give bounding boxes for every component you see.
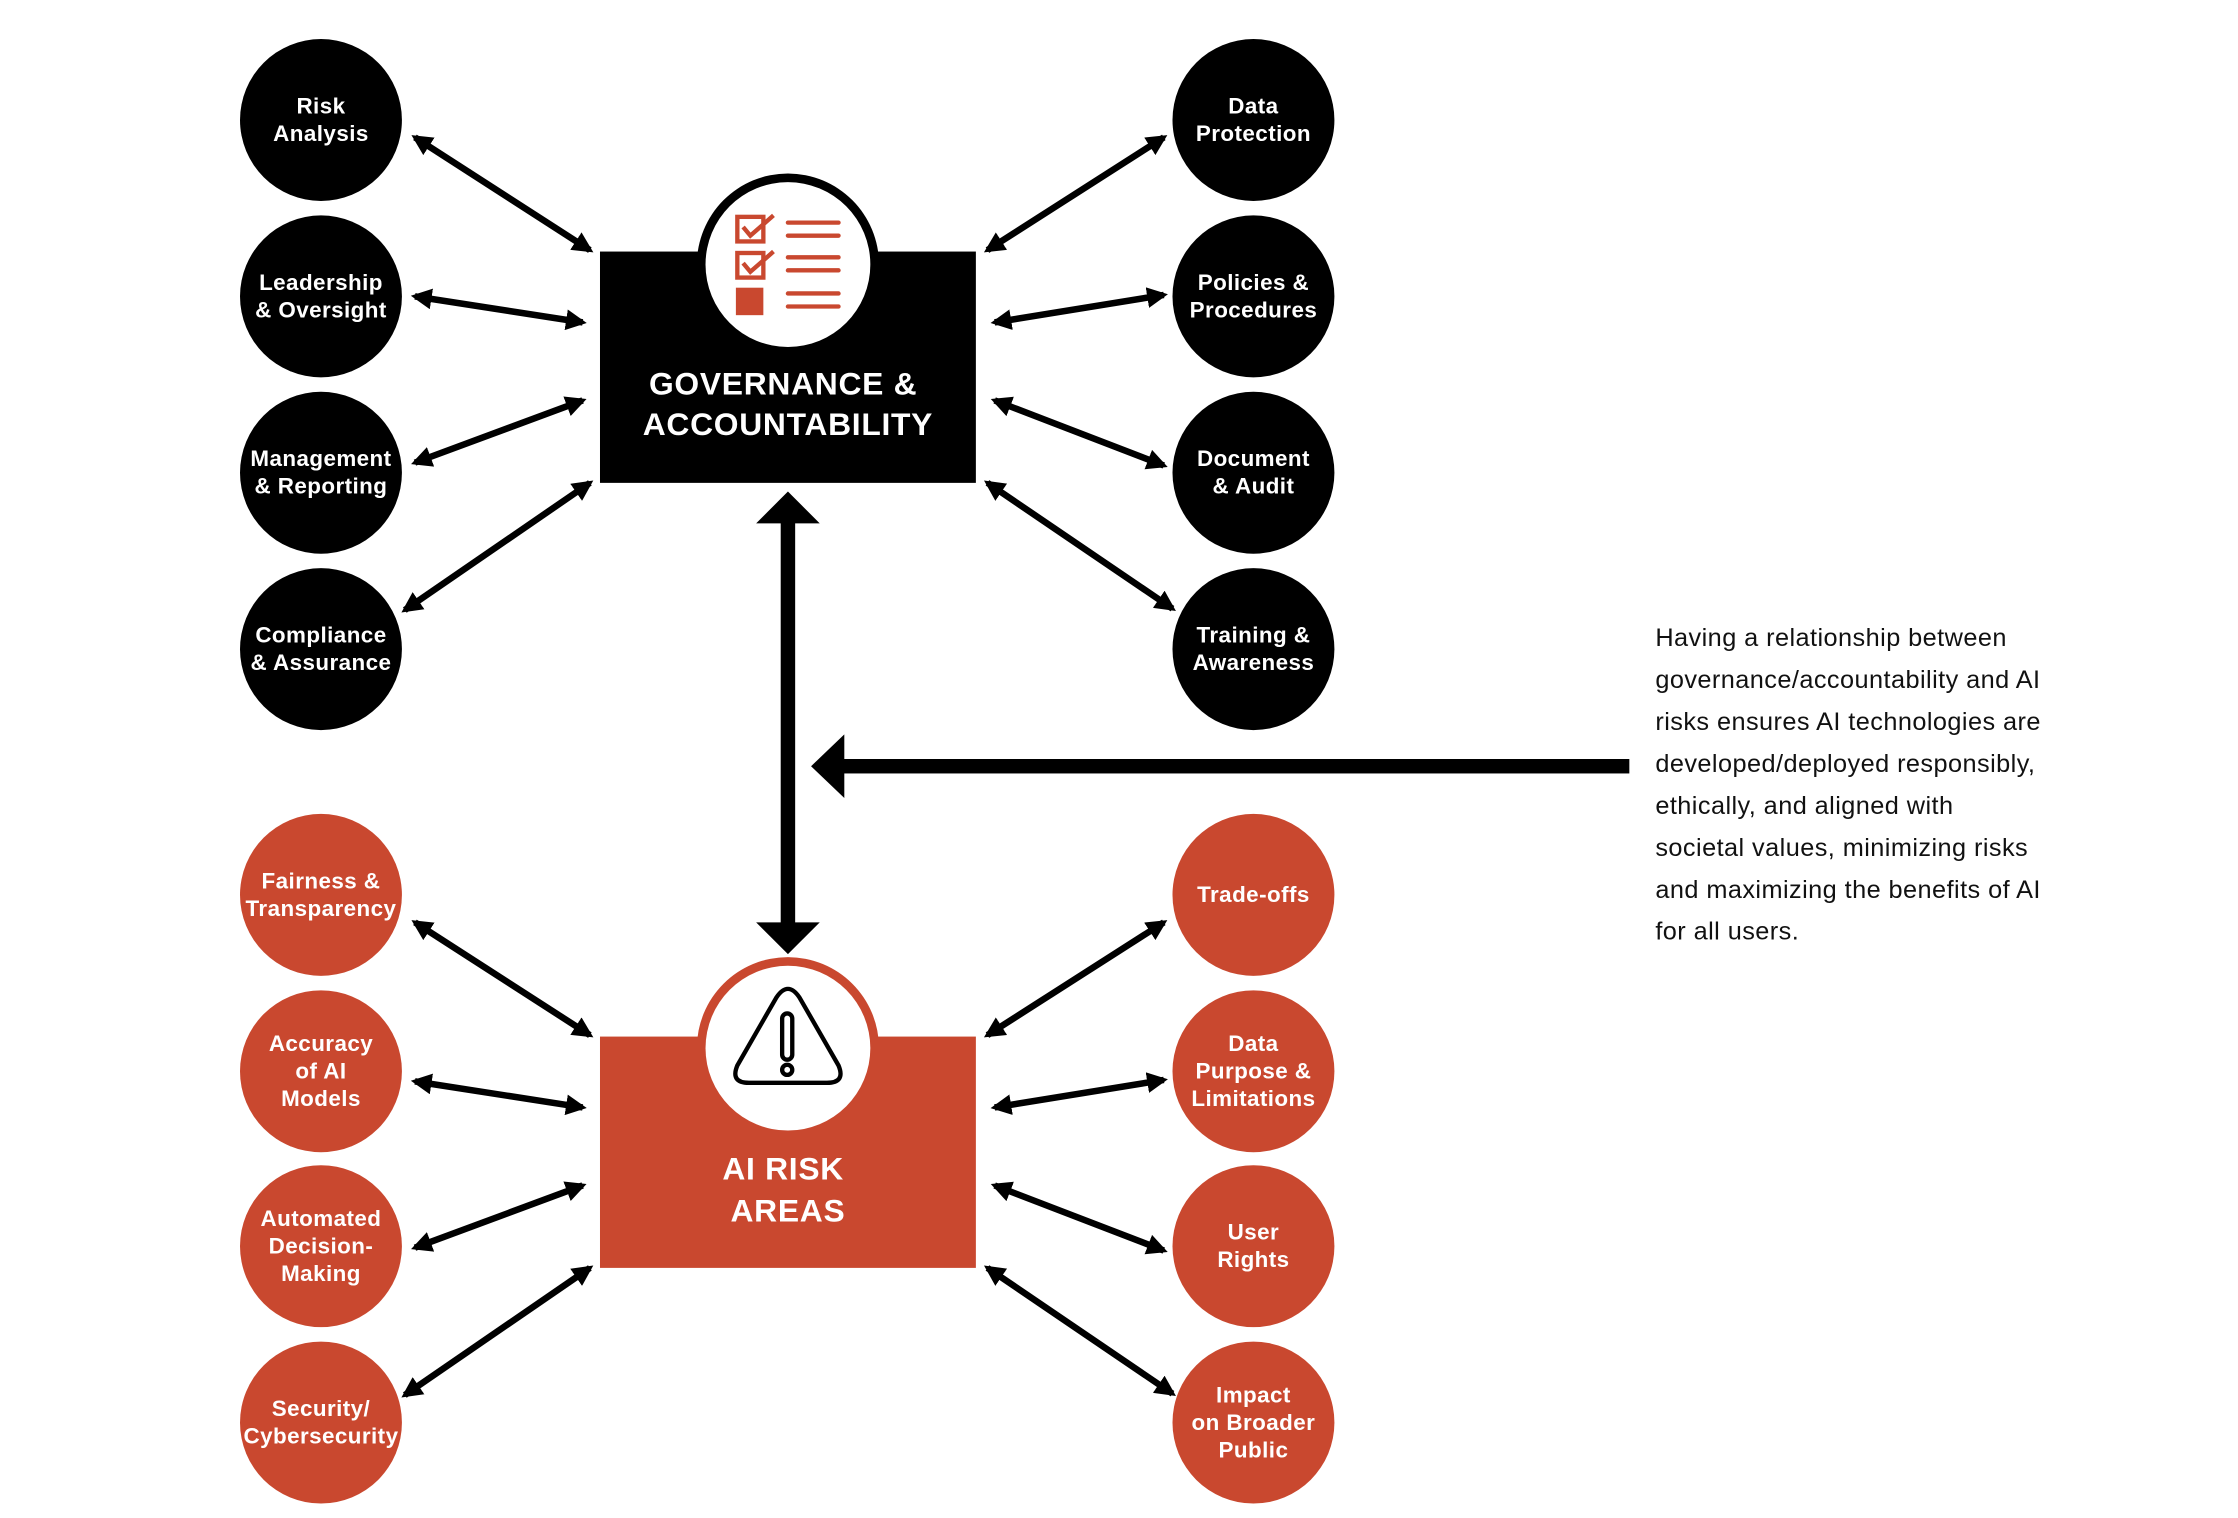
double-arrow-accuracy-of-ai-models (410, 1073, 587, 1116)
double-arrow-leadership-oversight (410, 288, 587, 331)
topic-circle-management-reporting: Management & Reporting (240, 391, 402, 554)
double-arrow-training-awareness (983, 480, 1176, 612)
topic-circle-compliance-assurance: Compliance & Assurance (240, 568, 402, 731)
topic-circle-policies-procedures: Policies & Procedures (1172, 215, 1335, 378)
topic-circle-data-protection: Data Protection (1172, 39, 1335, 201)
topic-circle-security-cybersecurity: Security/Cybersecurity (240, 1341, 402, 1504)
double-arrow-data-purpose-limitations (990, 1072, 1168, 1116)
explanation-note: Having a relationship between governance… (1655, 624, 2048, 945)
double-arrow-trade-offs (983, 919, 1168, 1038)
topic-circle-risk-analysis: Risk Analysis (240, 39, 402, 201)
double-arrow-fairness-transparency (411, 919, 594, 1038)
circle-label: Trade-offs (1197, 882, 1310, 907)
topic-circle-trade-offs: Trade-offs (1172, 813, 1335, 976)
topic-circle-training-awareness: Training & Awareness (1172, 568, 1335, 731)
topic-circle-automated-decision-making: Automated Decision-Making (240, 1165, 402, 1328)
double-arrow-management-reporting (411, 396, 587, 467)
topic-circle-accuracy-of-ai-models: Accuracy of AI Models (240, 990, 402, 1153)
double-arrow-data-protection (983, 134, 1168, 253)
governance-block: GOVERNANCE & ACCOUNTABILITY (599, 173, 976, 483)
topic-circle-document-audit: Document & Audit (1172, 391, 1335, 554)
double-arrow-user-rights (990, 1181, 1168, 1255)
topic-circle-data-purpose-limitations: Data Purpose & Limitations (1172, 990, 1335, 1153)
topic-circle-leadership-oversight: Leadership & Oversight (240, 215, 402, 378)
topic-circle-impact-on-broader-public: Impact on Broader Public (1172, 1341, 1335, 1504)
ai-risk-block: AI RISK AREAS (599, 957, 976, 1268)
double-arrow-compliance-assurance (401, 480, 594, 613)
topic-circle-user-rights: User Rights (1172, 1165, 1335, 1328)
double-arrow-document-audit (990, 396, 1168, 470)
horizontal-pointer-arrow (811, 734, 1630, 799)
double-arrow-automated-decision-making (411, 1181, 587, 1252)
double-arrow-security-cybersecurity (401, 1265, 594, 1398)
topic-circle-fairness-transparency: Fairness & Transparency (240, 813, 402, 976)
vertical-double-arrow (756, 491, 820, 955)
double-arrow-risk-analysis (411, 134, 594, 253)
governance-risk-diagram: Risk AnalysisLeadership & OversightManagem… (240, 39, 2048, 1504)
double-arrow-impact-on-broader-public (983, 1265, 1176, 1397)
double-arrow-policies-procedures (990, 287, 1168, 330)
